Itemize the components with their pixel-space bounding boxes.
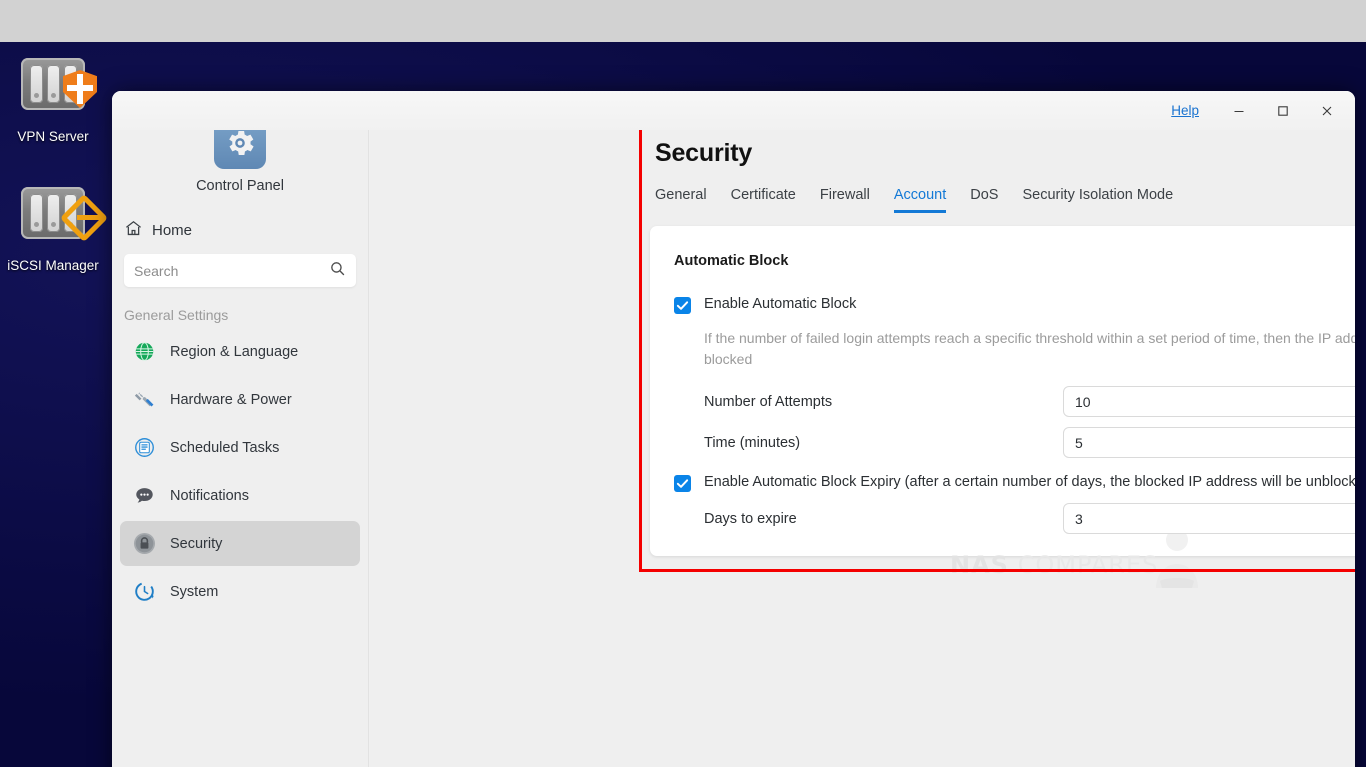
sidebar-item-label: Hardware & Power (170, 391, 292, 408)
search-box[interactable] (124, 254, 356, 287)
desktop-icon-label: VPN Server (17, 129, 89, 144)
globe-icon (132, 340, 156, 364)
window-titlebar: Help (112, 91, 1355, 130)
close-icon[interactable] (1305, 96, 1349, 126)
iscsi-manager-icon (0, 181, 109, 253)
sidebar: Control Panel Home Search General Settin… (112, 91, 369, 767)
clock-icon (132, 580, 156, 604)
search-icon[interactable] (329, 260, 346, 282)
tools-icon (132, 388, 156, 412)
desktop-icon-vpn-server[interactable]: VPN Server (0, 52, 109, 144)
home-icon (124, 219, 143, 242)
desktop-background: VPN Server iSCSI Manager Control Panel H… (0, 42, 1366, 767)
desktop-icon-label: iSCSI Manager (7, 258, 99, 273)
search-input[interactable] (134, 262, 329, 279)
tasks-icon (132, 436, 156, 460)
minimize-icon[interactable] (1217, 96, 1261, 126)
vpn-server-icon (0, 52, 109, 124)
sidebar-item-system[interactable]: System (120, 569, 360, 614)
sidebar-item-label: Home (152, 222, 193, 239)
screen: VPN Server iSCSI Manager Control Panel H… (0, 0, 1366, 767)
sidebar-item-label: Notifications (170, 487, 249, 504)
sidebar-item-label: Security (170, 535, 223, 552)
sidebar-item-security[interactable]: Security (120, 521, 360, 566)
speech-bubble-icon (132, 484, 156, 508)
help-link[interactable]: Help (1171, 103, 1199, 118)
annotation-highlight-box (639, 127, 1355, 572)
sidebar-item-label: Region & Language (170, 343, 299, 360)
sidebar-item-hardware-power[interactable]: Hardware & Power (120, 377, 360, 422)
lock-icon (132, 532, 156, 556)
browser-top-strip (0, 0, 1366, 42)
maximize-icon[interactable] (1261, 96, 1305, 126)
control-panel-window: Control Panel Home Search General Settin… (112, 91, 1355, 767)
desktop-icon-iscsi-manager[interactable]: iSCSI Manager (0, 181, 109, 273)
sidebar-group-title: General Settings (124, 307, 229, 323)
sidebar-item-region-language[interactable]: Region & Language (120, 329, 360, 374)
sidebar-item-notifications[interactable]: Notifications (120, 473, 360, 518)
sidebar-item-home[interactable]: Home (124, 219, 368, 242)
app-name: Control Panel (196, 178, 284, 194)
sidebar-item-scheduled-tasks[interactable]: Scheduled Tasks (120, 425, 360, 470)
main-content: Security General Certificate Firewall Ac… (370, 91, 1355, 767)
sidebar-item-label: Scheduled Tasks (170, 439, 280, 456)
sidebar-item-label: System (170, 583, 219, 600)
